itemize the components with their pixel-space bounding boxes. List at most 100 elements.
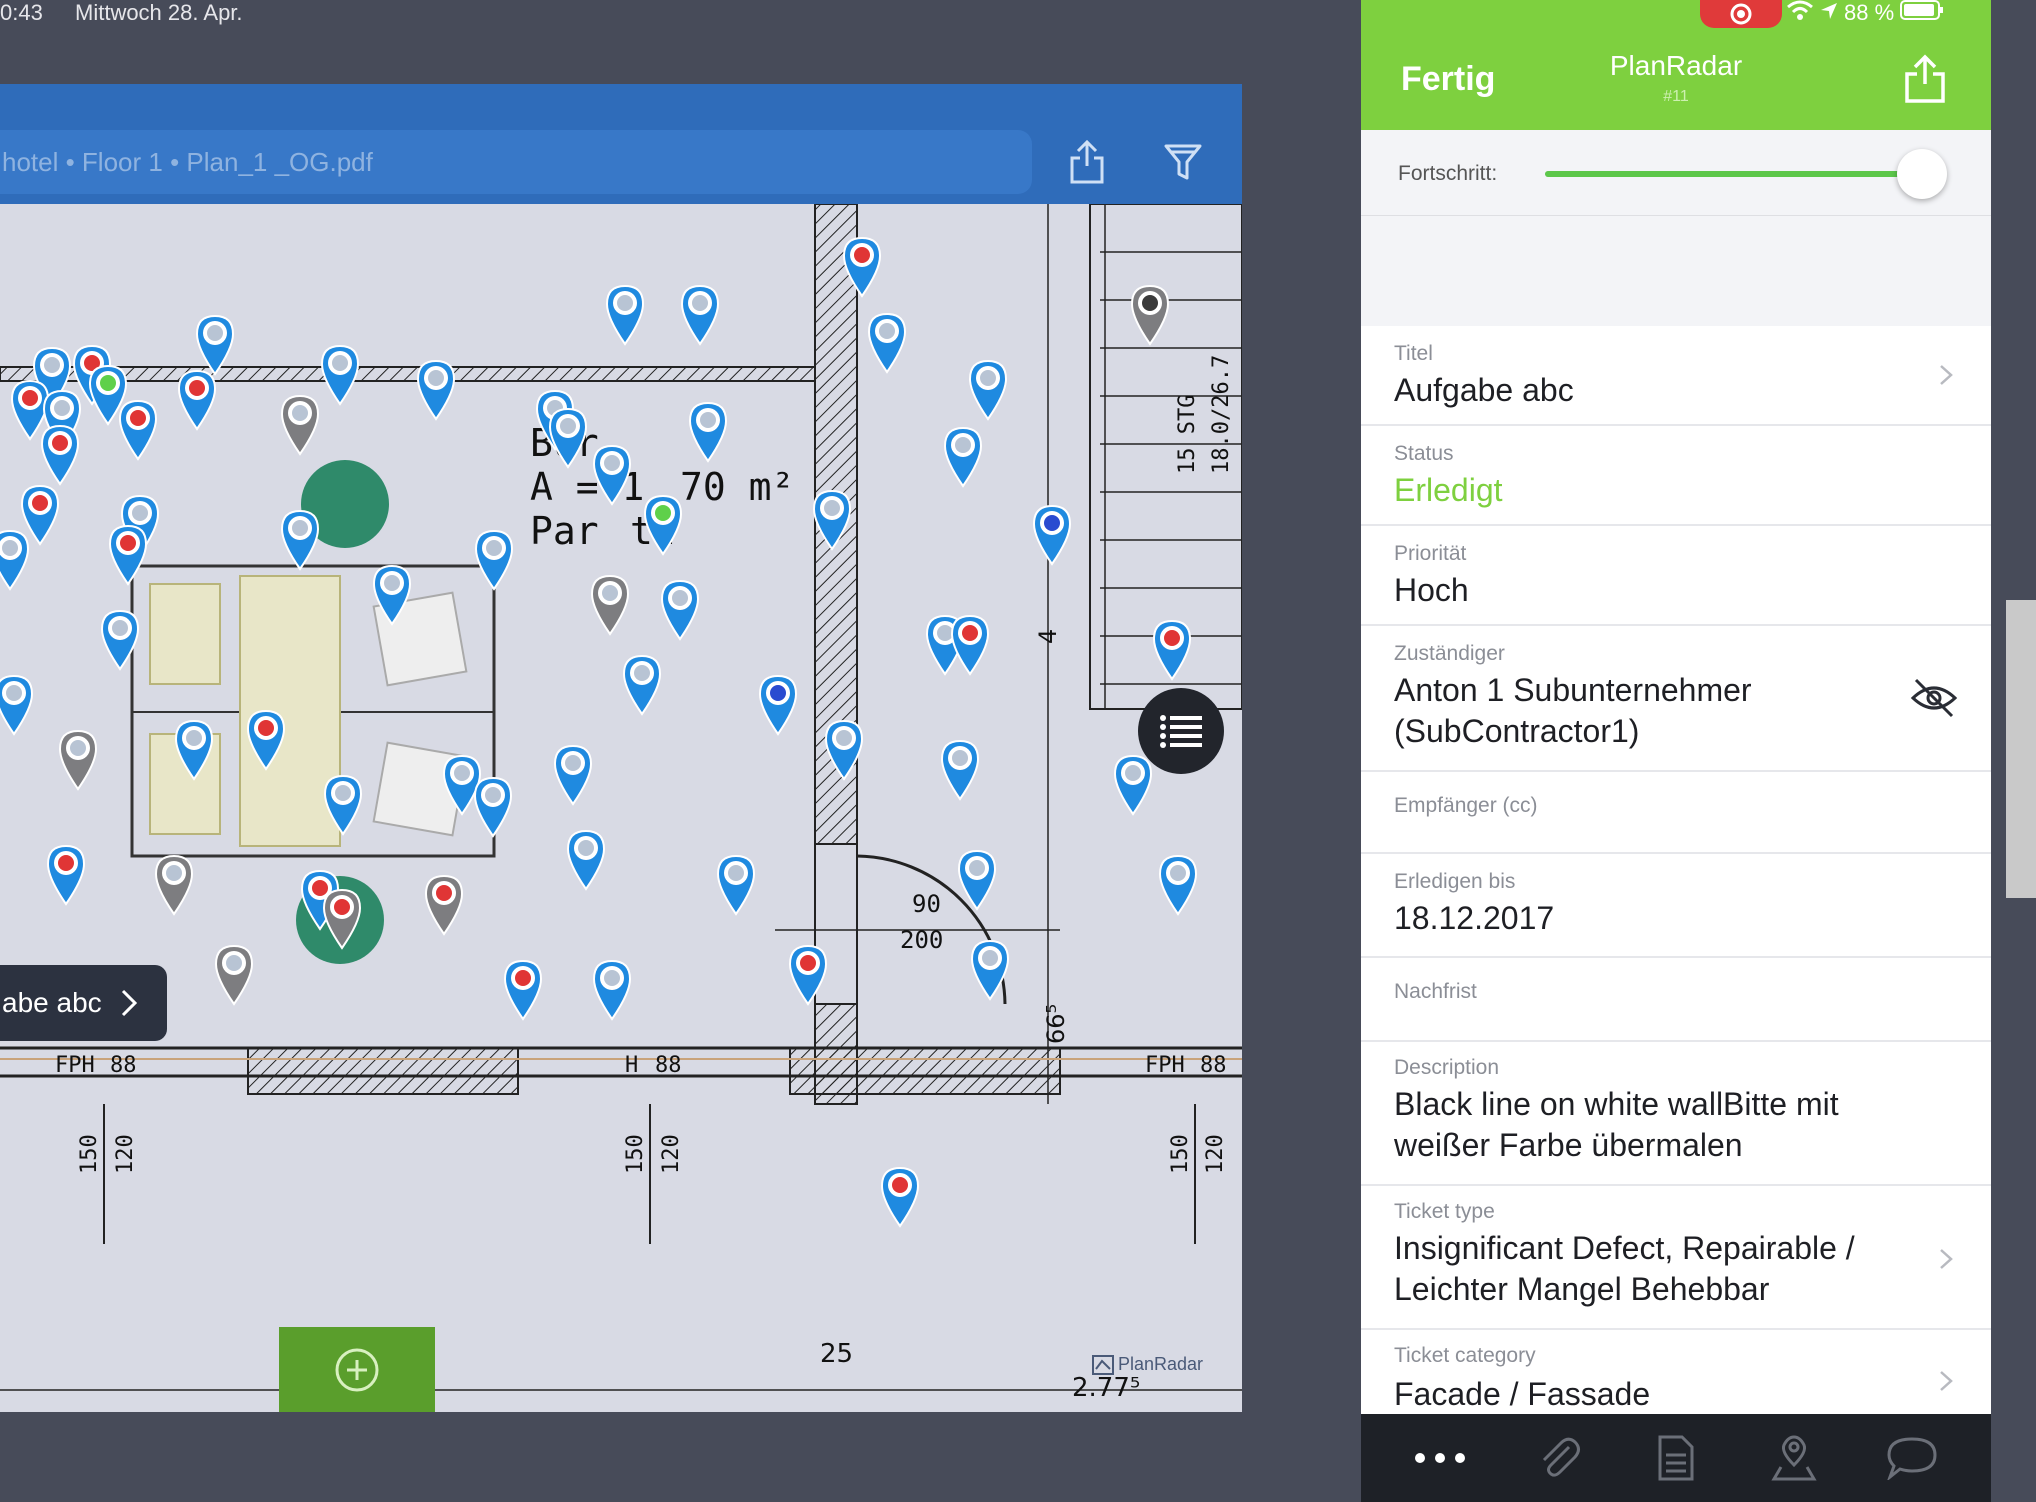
ticket-pin[interactable] (564, 827, 608, 891)
ticket-pin[interactable] (1111, 752, 1155, 816)
ticket-pin[interactable] (941, 424, 985, 488)
ticket-pin[interactable] (955, 847, 999, 911)
ticket-pin[interactable] (370, 562, 414, 626)
plan-viewer[interactable]: hotel • Floor 1 • Plan_1 _OG.pdf A = 1 7… (0, 84, 1242, 1412)
planradar-watermark: PlanRadar (1092, 1354, 1203, 1375)
document-icon[interactable] (1646, 1428, 1706, 1488)
chevron-right-icon (1940, 1249, 1953, 1269)
ticket-pin[interactable] (56, 727, 100, 791)
ticket-pin[interactable] (44, 842, 88, 906)
due-date-field[interactable]: Erledigen bis 18.12.2017 (1361, 854, 1991, 958)
ticket-pin[interactable] (422, 872, 466, 936)
title-label: Titel (1394, 342, 1433, 365)
comment-icon[interactable] (1882, 1428, 1942, 1488)
cc-field[interactable]: Empfänger (cc) (1361, 772, 1991, 854)
ticket-pin[interactable] (321, 772, 365, 836)
ticket-pin[interactable] (320, 886, 364, 950)
door-height: 200 (900, 926, 943, 954)
ticket-pin[interactable] (603, 282, 647, 346)
done-button[interactable]: Fertig (1401, 60, 1495, 99)
ticket-pin[interactable] (786, 942, 830, 1006)
ticket-pin[interactable] (546, 405, 590, 469)
title-field[interactable]: Titel Aufgabe abc (1361, 326, 1991, 426)
ticket-pin[interactable] (1030, 502, 1074, 566)
screen-recording-indicator (1700, 0, 1782, 28)
ticket-pin[interactable] (0, 672, 36, 736)
battery-icon (1900, 0, 1944, 27)
status-field[interactable]: Status Erledigt (1361, 426, 1991, 526)
ticket-pin[interactable] (588, 572, 632, 636)
status-value: Erledigt (1394, 472, 1503, 508)
attachment-icon[interactable] (1528, 1428, 1588, 1488)
ticket-pin[interactable] (501, 957, 545, 1021)
list-button[interactable] (1138, 688, 1224, 774)
share-icon[interactable] (1902, 54, 1948, 109)
ticket-pin[interactable] (318, 342, 362, 406)
cc-label: Empfänger (cc) (1394, 794, 1538, 817)
progress-slider[interactable] (1545, 149, 1947, 199)
add-ticket-button[interactable] (279, 1327, 435, 1412)
ticket-pin[interactable] (686, 399, 730, 463)
fph-value: 88 (655, 1053, 682, 1078)
ticket-pin[interactable] (106, 522, 150, 586)
ticket-pin[interactable] (810, 487, 854, 551)
ticket-pin[interactable] (152, 852, 196, 916)
share-icon[interactable] (1064, 136, 1110, 188)
ticket-pin[interactable] (714, 852, 758, 916)
more-icon[interactable] (1410, 1428, 1470, 1488)
ticket-pin[interactable] (620, 652, 664, 716)
ticket-pin[interactable] (98, 607, 142, 671)
ticket-pin[interactable] (1150, 617, 1194, 681)
ticket-pin[interactable] (244, 707, 288, 771)
ticket-pin[interactable] (278, 507, 322, 571)
chevron-right-icon (1940, 1371, 1953, 1391)
grace-period-label: Nachfrist (1394, 980, 1477, 1003)
ticket-pin[interactable] (172, 717, 216, 781)
ticket-pin[interactable] (658, 577, 702, 641)
progress-fill (1545, 171, 1925, 177)
priority-field[interactable]: Priorität Hoch (1361, 526, 1991, 626)
ticket-pin[interactable] (175, 367, 219, 431)
ticket-pin[interactable] (212, 942, 256, 1006)
ticket-pin[interactable] (1128, 282, 1172, 346)
ticket-pin[interactable] (822, 717, 866, 781)
ticket-pin[interactable] (840, 234, 884, 298)
ticket-pin[interactable] (0, 527, 32, 591)
ticket-pin[interactable] (878, 1164, 922, 1228)
ticket-pin[interactable] (38, 422, 82, 486)
status-label: Status (1394, 442, 1454, 465)
progress-knob[interactable] (1897, 149, 1947, 199)
ticket-pin[interactable] (948, 612, 992, 676)
ticket-pin[interactable] (756, 672, 800, 736)
plan-breadcrumb[interactable]: hotel • Floor 1 • Plan_1 _OG.pdf (0, 130, 1032, 194)
ticket-type-field[interactable]: Ticket type Insignificant Defect, Repair… (1361, 1186, 1991, 1330)
ticket-pin[interactable] (414, 357, 458, 421)
ticket-pin[interactable] (278, 392, 322, 456)
ticket-pin[interactable] (551, 742, 595, 806)
ticket-pin[interactable] (641, 492, 685, 556)
assignee-field[interactable]: Zuständiger Anton 1 Subunternehmer (SubC… (1361, 626, 1991, 772)
status-icons: 88 % (1786, 0, 1944, 26)
ticket-pin[interactable] (590, 442, 634, 506)
ticket-pin[interactable] (472, 527, 516, 591)
description-field[interactable]: Description Black line on white wallBitt… (1361, 1042, 1991, 1186)
location-arrow-icon (1820, 0, 1838, 26)
ticket-pin[interactable] (116, 397, 160, 461)
pin-callout[interactable]: abe abc (0, 965, 167, 1041)
detail-tab-bar (1361, 1414, 1991, 1502)
location-pin-icon[interactable] (1764, 1428, 1824, 1488)
ticket-pin[interactable] (966, 357, 1010, 421)
filter-icon[interactable] (1160, 136, 1206, 188)
grace-period-field[interactable]: Nachfrist (1361, 958, 1991, 1042)
ticket-pin[interactable] (590, 957, 634, 1021)
ticket-pin[interactable] (938, 737, 982, 801)
door-width: 90 (912, 890, 941, 918)
ticket-pin[interactable] (678, 282, 722, 346)
eye-off-icon[interactable] (1910, 676, 1958, 720)
ticket-pin[interactable] (968, 937, 1012, 1001)
ticket-pin[interactable] (1156, 852, 1200, 916)
ticket-pin[interactable] (471, 774, 515, 838)
due-date-label: Erledigen bis (1394, 870, 1516, 893)
ticket-pin[interactable] (865, 310, 909, 374)
floor-plan-canvas[interactable]: Bür A = 170 m² Partt 90 200 15 STG 18.0/… (0, 204, 1242, 1412)
